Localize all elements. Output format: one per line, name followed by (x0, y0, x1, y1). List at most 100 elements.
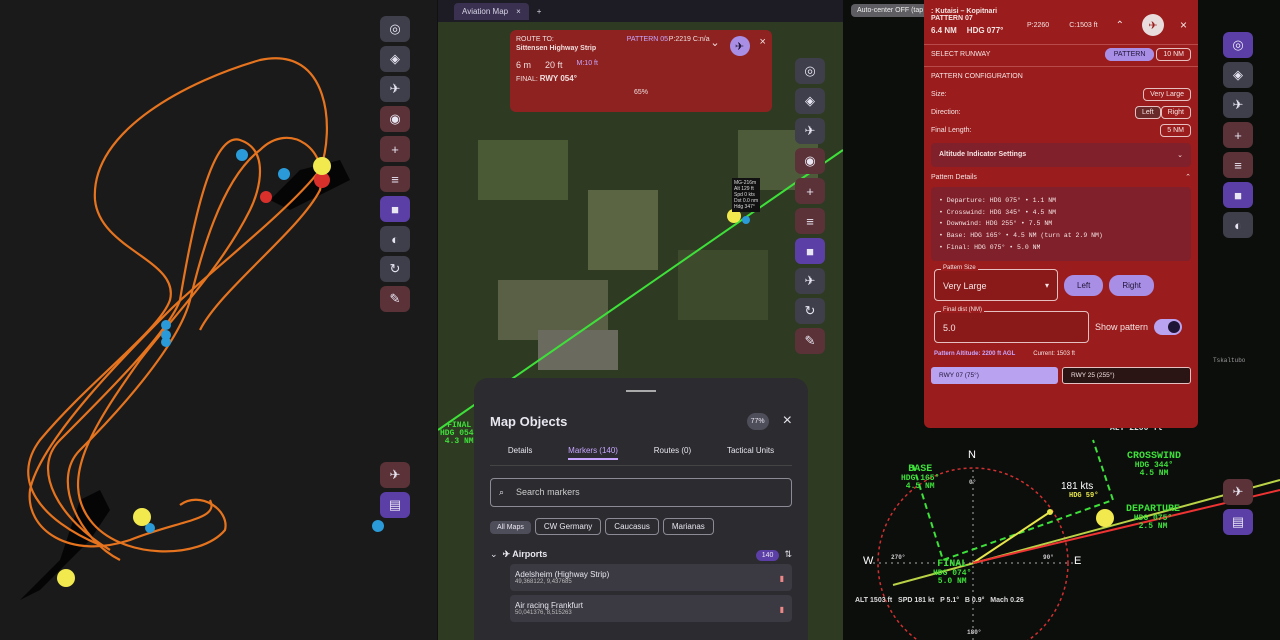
tab-details[interactable]: Details (508, 446, 532, 460)
coast-dark-2 (270, 160, 350, 210)
crosshair-icon[interactable]: ◎ (795, 58, 825, 84)
airport-icon[interactable] (1096, 509, 1114, 527)
pencil-icon[interactable]: ✎ (795, 328, 825, 354)
altitude-settings-accordion[interactable]: Altitude Indicator Settings ⌄ (931, 143, 1191, 167)
pattern-hud-map[interactable]: Auto-center OFF (tap to enable) ALT 2200… (843, 0, 1280, 640)
layers-icon[interactable]: ◈ (795, 88, 825, 114)
plane-icon[interactable]: ✈ (380, 76, 410, 102)
pattern-title: : Kutaisi – Kopitnari PATTERN 07 (931, 8, 998, 22)
current-altitude: Current: 1503 ft (1033, 351, 1075, 358)
altitude-settings-label: Altitude Indicator Settings (939, 151, 1027, 158)
trash-icon[interactable]: ▮ (780, 605, 784, 614)
pattern-altitude: Pattern Altitude: 2200 ft AGL (934, 351, 1016, 358)
chip-marianas[interactable]: Marianas (662, 518, 714, 535)
sort-icon[interactable]: ⇅ (784, 549, 792, 559)
drag-handle[interactable] (626, 390, 656, 392)
track-markers[interactable] (145, 149, 384, 533)
list-icon[interactable]: ≡ (1223, 152, 1253, 178)
direction-right[interactable]: Right (1160, 106, 1191, 119)
plane-icon[interactable]: ✈ (795, 268, 825, 294)
pattern-size-select[interactable]: Pattern Size Very Large ▾ (934, 265, 1058, 302)
chevron-down-icon[interactable]: ⌄ (710, 36, 719, 56)
close-icon[interactable]: × (783, 412, 792, 430)
flight-track-map[interactable]: ◎ ◈ ✈ ◉ + ≡ ■ ◐ ↻ ✎ ✈ ▤ (0, 0, 437, 640)
list-item[interactable]: Adelsheim (Highway Strip) 49,368122, 9,4… (510, 564, 792, 591)
crosshair-icon[interactable]: ◎ (380, 16, 410, 42)
close-icon[interactable]: × (516, 7, 521, 16)
route-p: P:2219 (668, 36, 691, 43)
chip-all-maps[interactable]: All Maps (490, 521, 531, 534)
chevron-up-icon[interactable]: ⌃ (1116, 20, 1124, 31)
size-select[interactable]: Very Large (1143, 88, 1191, 101)
final-length-select[interactable]: 5 NM (1160, 124, 1191, 137)
trash-icon[interactable]: ▮ (780, 574, 784, 583)
layers-icon[interactable]: ◈ (1223, 62, 1253, 88)
map-objects-sheet[interactable]: Map Objects 77% × Details Markers (140) … (474, 378, 808, 640)
direction-left[interactable]: Left (1134, 106, 1161, 119)
town-label: Tskaltubo (1213, 357, 1246, 364)
plus-icon[interactable]: + (1223, 122, 1253, 148)
search-input[interactable]: ⌕ Search markers (490, 478, 792, 507)
list-icon[interactable]: ≡ (795, 208, 825, 234)
document-icon[interactable]: ▤ (1223, 509, 1253, 535)
plus-icon[interactable]: + (795, 178, 825, 204)
compass-icon[interactable]: ◐ (1223, 212, 1253, 238)
landing-icon[interactable]: ✈ (729, 36, 750, 56)
layers-icon[interactable]: ◈ (380, 46, 410, 72)
final-dist-label: Final dist (NM) (941, 307, 985, 314)
lock-icon[interactable]: ■ (380, 196, 410, 222)
chip-cw-germany[interactable]: CW Germany (534, 518, 602, 535)
range-select[interactable]: 10 NM (1156, 48, 1191, 61)
radar-icon[interactable]: ◉ (380, 106, 410, 132)
runway-25-button[interactable]: RWY 25 (255°) (1062, 367, 1191, 385)
lock-icon[interactable]: ■ (1223, 182, 1253, 208)
sheet-title: Map Objects (490, 413, 568, 429)
pencil-icon[interactable]: ✎ (380, 286, 410, 312)
lock-icon[interactable]: ■ (795, 238, 825, 264)
chevron-up-icon[interactable]: ⌃ (1185, 173, 1191, 181)
rotate-icon[interactable]: ↻ (795, 298, 825, 324)
plane-icon[interactable]: ✈ (1223, 479, 1253, 505)
runway-07-button[interactable]: RWY 07 (75°) (931, 367, 1058, 385)
compass-icon[interactable]: ◐ (380, 226, 410, 252)
route-destination: Sittensen Highway Strip (516, 45, 597, 52)
pattern-button[interactable]: PATTERN (1104, 48, 1155, 61)
tab-markers[interactable]: Markers (140) (568, 446, 618, 460)
landing-icon[interactable]: ✈ (1142, 14, 1164, 36)
route-card[interactable]: ROUTE TO: Sittensen Highway Strip PATTER… (510, 30, 772, 112)
tab-routes[interactable]: Routes (0) (654, 446, 691, 460)
radar-icon[interactable]: ◉ (795, 148, 825, 174)
final-dist-input[interactable]: Final dist (NM) 5.0 (934, 307, 1089, 344)
close-icon[interactable]: × (760, 36, 766, 56)
group-count: 140 (755, 550, 780, 561)
plane-icon[interactable]: ✈ (380, 462, 410, 488)
list-item[interactable]: Air racing Frankfurt 50,041376, 8,515263… (510, 595, 792, 622)
compass-180: 180° (967, 629, 982, 636)
document-icon[interactable]: ▤ (380, 492, 410, 518)
close-icon[interactable]: × (1180, 18, 1187, 32)
plus-icon[interactable]: + (380, 136, 410, 162)
new-tab-icon[interactable]: + (537, 7, 542, 16)
crosshair-icon[interactable]: ◎ (1223, 32, 1253, 58)
dropdown-icon: ▾ (1044, 281, 1049, 291)
compass-w: W (863, 555, 874, 567)
browser-tab-bar: Aviation Map × + (438, 0, 843, 22)
list-icon[interactable]: ≡ (380, 166, 410, 192)
opacity-badge[interactable]: 77% (746, 412, 769, 430)
pattern-heading: HDG 077° (966, 26, 1004, 35)
left-button[interactable]: Left (1064, 274, 1104, 296)
chip-caucasus[interactable]: Caucasus (605, 518, 659, 535)
right-button[interactable]: Right (1109, 274, 1155, 296)
satellite-map[interactable]: Aviation Map × + MG-216m Alt 129 ft Spd 0 … (438, 0, 843, 640)
plane-icon[interactable]: ✈ (1223, 92, 1253, 118)
route-time: 20 ft (545, 60, 563, 70)
rotate-icon[interactable]: ↻ (380, 256, 410, 282)
plane-icon[interactable]: ✈ (795, 118, 825, 144)
group-airports[interactable]: ⌄ ✈ Airports 140 ⇅ (490, 549, 792, 561)
pattern-settings-panel[interactable]: : Kutaisi – Kopitnari PATTERN 07 6.4 NM H… (924, 0, 1198, 428)
tab-tactical-units[interactable]: Tactical Units (727, 446, 774, 460)
aircraft-marker[interactable] (742, 216, 750, 224)
chevron-down-icon[interactable]: ⌄ (490, 549, 498, 559)
tab-aviation-map[interactable]: Aviation Map × (454, 2, 529, 20)
show-pattern-toggle[interactable] (1154, 319, 1183, 336)
